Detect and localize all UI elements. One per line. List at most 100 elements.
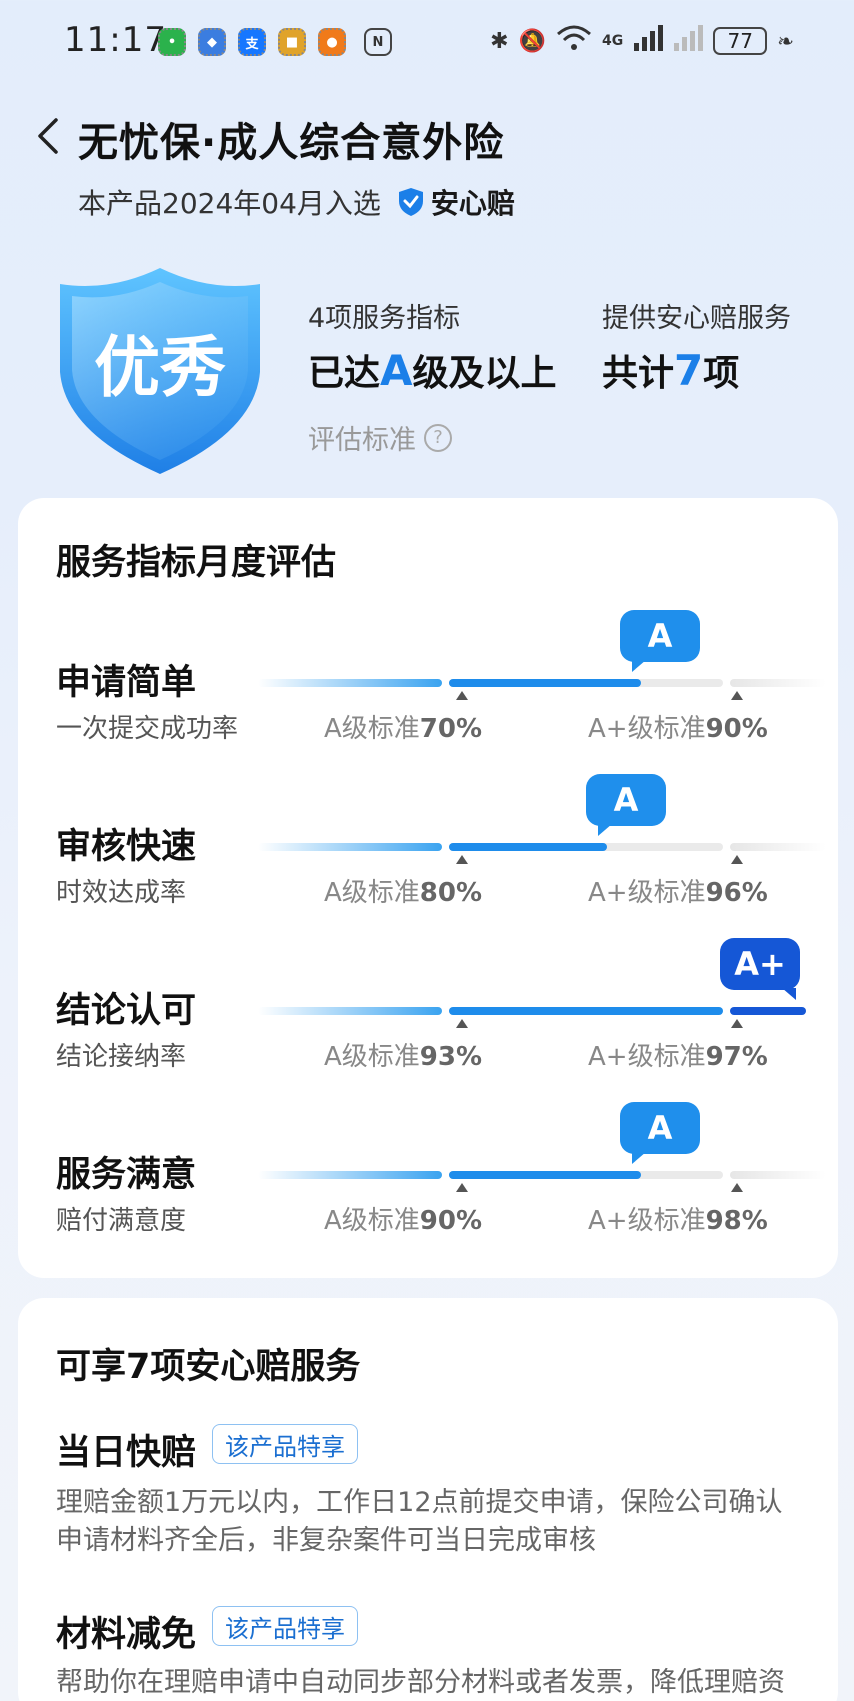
- metric-name: 结论认可: [56, 991, 197, 1031]
- service-description-line: 帮助你在理赔申请中自动同步部分材料或者发票，降低理赔资: [56, 1667, 785, 1698]
- anxinpei-service-label: 提供安心赔服务: [602, 303, 791, 334]
- aplus-standard-value: 97%: [705, 1042, 768, 1072]
- track-segment-low: [258, 1171, 442, 1179]
- grade-badge: A: [586, 774, 666, 836]
- stat1-prefix: 已达: [308, 353, 381, 394]
- service-description-line: 申请材料齐全后，非复杂案件可当日完成审核: [56, 1525, 596, 1556]
- alipay-icon: 支: [238, 28, 266, 56]
- aplus-standard-value: 96%: [705, 878, 768, 908]
- eval-standard-label: 评估标准: [308, 425, 416, 456]
- eval-standard-link[interactable]: 评估标准 ?: [308, 418, 452, 457]
- selection-date-text: 本产品2024年04月入选: [78, 187, 381, 220]
- metric-progress-track: [258, 679, 826, 687]
- service-description-line: 理赔金额1万元以内，工作日12点前提交申请，保险公司确认: [56, 1487, 783, 1518]
- service-index-label: 4项服务指标: [308, 303, 461, 334]
- track-segment-low: [258, 843, 442, 851]
- a-standard-label: A级标准: [324, 1206, 420, 1236]
- grade-badge: A: [620, 1102, 700, 1164]
- stat1-grade: A: [380, 346, 413, 395]
- monthly-eval-title: 服务指标月度评估: [56, 543, 337, 583]
- track-segment-high: [730, 843, 826, 851]
- stat1-suffix: 级及以上: [412, 353, 557, 394]
- a-standard-value: 90%: [419, 1206, 483, 1236]
- monthly-eval-card: 服务指标月度评估 申请简单 一次提交成功率 A A级标准70% A+级标准90%…: [18, 498, 838, 1278]
- a-standard: A级标准93%: [324, 1036, 482, 1073]
- a-standard-value: 93%: [419, 1042, 483, 1072]
- wechat-icon: •: [158, 28, 186, 56]
- stat2-prefix: 共计: [602, 353, 675, 394]
- aplus-standard-label: A+级标准: [588, 878, 706, 908]
- a-threshold-marker: [456, 855, 468, 864]
- help-icon[interactable]: ?: [424, 423, 452, 452]
- selection-info: 本产品2024年04月入选 安心赔: [78, 182, 515, 222]
- nfc-icon: N: [364, 28, 392, 56]
- a-standard-label: A级标准: [324, 1042, 420, 1072]
- shield-text: 优秀: [94, 329, 226, 406]
- anxinpei-badge-label: 安心赔: [430, 187, 515, 220]
- metric-sub: 结论接纳率: [56, 1042, 187, 1072]
- aplus-standard-value: 98%: [705, 1206, 768, 1236]
- a-standard-value: 70%: [419, 714, 483, 744]
- aplus-standard: A+级标准98%: [588, 1200, 768, 1237]
- back-arrow-icon[interactable]: [28, 114, 72, 158]
- metric-progress-track: [258, 1171, 826, 1179]
- page-title: 无忧保·成人综合意外险: [78, 120, 505, 166]
- track-fill-mid: [449, 1171, 641, 1179]
- services-title: 可享7项安心赔服务: [56, 1347, 361, 1387]
- aplus-standard-label: A+级标准: [588, 1206, 706, 1236]
- a-standard: A级标准70%: [324, 708, 482, 745]
- metric-row: 审核快速 时效达成率 A A级标准80% A+级标准96%: [18, 774, 838, 924]
- aplus-standard-label: A+级标准: [588, 714, 706, 744]
- stat2-count: 7: [674, 346, 704, 395]
- aplus-threshold-marker: [731, 1019, 743, 1028]
- metric-name: 申请简单: [56, 663, 197, 703]
- a-threshold-marker: [456, 1183, 468, 1192]
- bluetooth-icon: ✱: [490, 28, 509, 54]
- track-segment-high: [730, 1171, 826, 1179]
- service-description: 帮助你在理赔申请中自动同步部分材料或者发票，降低理赔资: [56, 1664, 816, 1701]
- aplus-standard: A+级标准96%: [588, 872, 768, 909]
- metric-progress-track: [258, 1007, 826, 1015]
- grade-badge: A+: [720, 938, 800, 1000]
- service-index-value: 已达A级及以上: [308, 344, 557, 396]
- track-segment-high: [730, 679, 826, 687]
- battery-icon: 77: [713, 27, 768, 55]
- aplus-standard-value: 90%: [705, 714, 768, 744]
- meituan-icon: ■: [278, 28, 306, 56]
- grade-badge: A: [620, 610, 700, 672]
- metric-name: 服务满意: [56, 1155, 197, 1195]
- a-standard-label: A级标准: [324, 714, 420, 744]
- leaf-icon: ❧: [777, 29, 794, 53]
- a-standard: A级标准80%: [324, 872, 482, 909]
- track-segment-low: [258, 1007, 442, 1015]
- signal-bars-icon: [633, 25, 664, 57]
- service-name: 当日快赔: [56, 1433, 197, 1473]
- a-standard-value: 80%: [419, 878, 483, 908]
- shield-app-icon: ◆: [198, 28, 226, 56]
- metric-row: 结论认可 结论接纳率 A+ A级标准93% A+级标准97%: [18, 938, 838, 1088]
- aplus-threshold-marker: [731, 691, 743, 700]
- aplus-threshold-marker: [731, 1183, 743, 1192]
- service-name: 材料减免: [56, 1615, 197, 1655]
- aplus-threshold-marker: [731, 855, 743, 864]
- services-card: 可享7项安心赔服务 当日快赔 该产品特享 理赔金额1万元以内，工作日12点前提交…: [18, 1298, 838, 1701]
- mute-bell-icon: 🔕: [518, 28, 546, 54]
- exclusive-tag: 该产品特享: [212, 1606, 358, 1646]
- metric-sub: 时效达成率: [56, 878, 187, 908]
- signal-bars-empty-icon: [673, 25, 704, 57]
- aplus-standard: A+级标准90%: [588, 708, 768, 745]
- metric-progress-track: [258, 843, 826, 851]
- anxinpei-service-count: 共计7项: [602, 344, 739, 396]
- track-fill-mid: [449, 1007, 723, 1015]
- metric-name: 审核快速: [56, 827, 197, 867]
- a-threshold-marker: [456, 691, 468, 700]
- metric-sub: 赔付满意度: [56, 1206, 187, 1236]
- taobao-icon: ●: [318, 28, 346, 56]
- metric-row: 申请简单 一次提交成功率 A A级标准70% A+级标准90%: [18, 610, 838, 760]
- track-segment-low: [258, 679, 442, 687]
- status-bar: 11:17 • ◆ 支 ■ ● N ✱ 🔕 4G 77 ❧: [0, 0, 854, 86]
- exclusive-tag: 该产品特享: [212, 1424, 358, 1464]
- metric-row: 服务满意 赔付满意度 A A级标准90% A+级标准98%: [18, 1102, 838, 1252]
- status-right-group: ✱ 🔕 4G 77 ❧: [490, 24, 794, 58]
- excellent-shield-icon: 优秀: [60, 268, 260, 474]
